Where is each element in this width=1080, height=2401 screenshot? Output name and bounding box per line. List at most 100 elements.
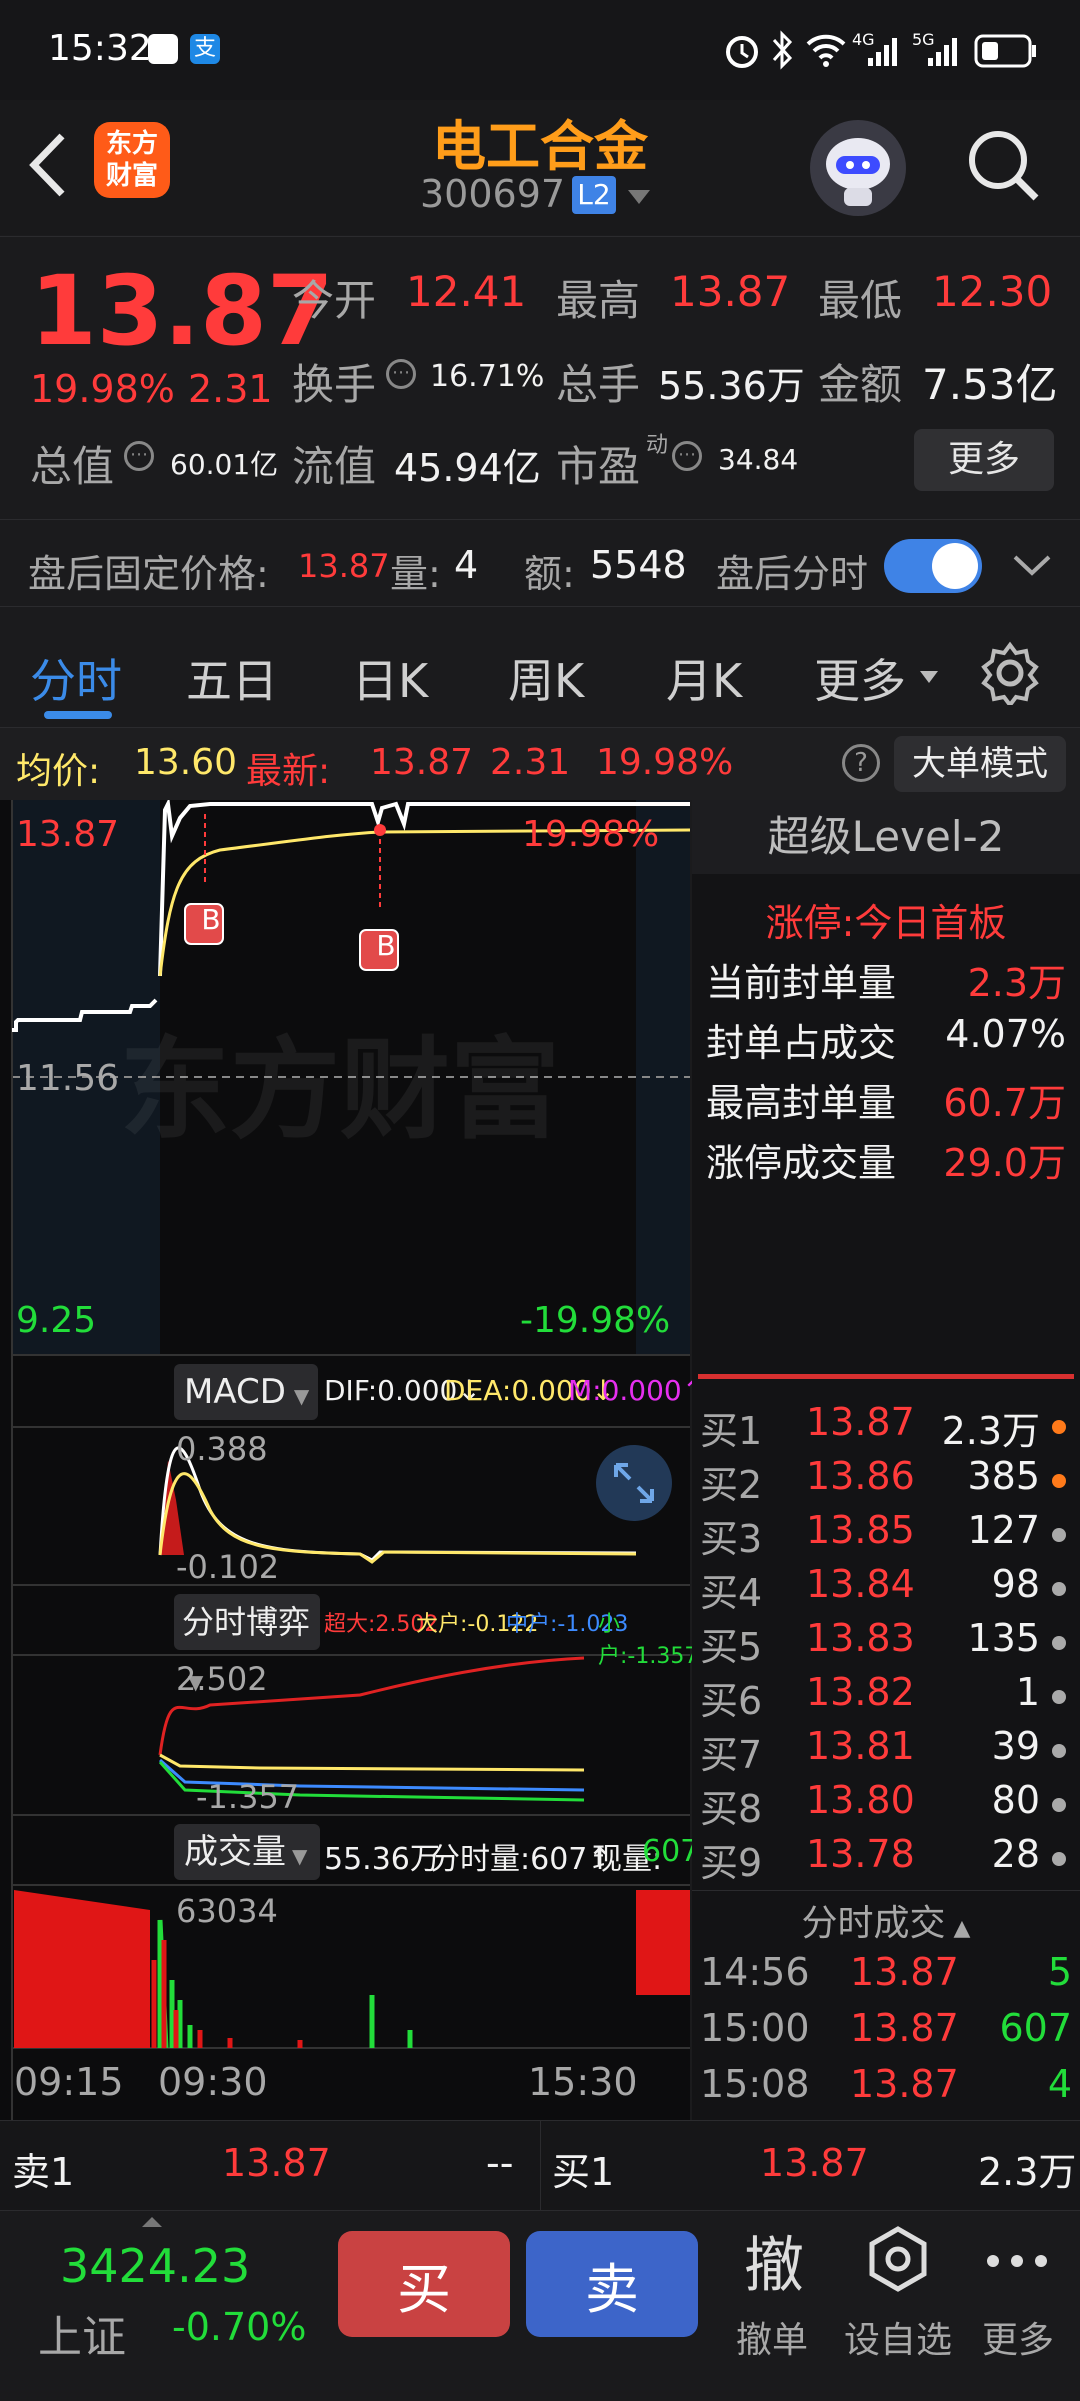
tab-weekly-k[interactable]: 周K — [508, 645, 584, 711]
volume-bars-green — [157, 1919, 413, 2049]
bid-row[interactable]: 买2 13.86 385 — [692, 1454, 1080, 1508]
last-price: 13.87 — [30, 255, 334, 367]
tick-price: 13.87 — [850, 2006, 959, 2050]
bid-price: 13.82 — [806, 1670, 915, 1714]
bid-row[interactable]: 买7 13.81 39 — [692, 1724, 1080, 1778]
tick-time: 15:08 — [700, 2062, 810, 2106]
after-chart-label: 盘后分时 — [716, 552, 869, 596]
bid-row[interactable]: 买5 13.83 135 — [692, 1616, 1080, 1670]
info-icon[interactable]: ⋯ — [672, 441, 702, 471]
index-name[interactable]: 上证 — [38, 2301, 126, 2365]
low-value: 12.30 — [932, 267, 1053, 316]
bid-price: 13.86 — [806, 1454, 915, 1498]
after-vol-label: 量: — [390, 552, 441, 596]
more-menu-button[interactable]: 更多 — [970, 2211, 1070, 2401]
pe-dynamic-label: 动 — [646, 433, 669, 458]
add-watchlist-button[interactable]: 设自选 — [840, 2211, 960, 2401]
avg-price-label: 均价: — [16, 751, 101, 792]
dot-icon — [1052, 1528, 1066, 1542]
expand-chart-button[interactable] — [596, 1445, 672, 1521]
after-hours-toggle[interactable] — [884, 539, 982, 593]
tab-five-day[interactable]: 五日 — [186, 645, 278, 711]
low-label: 最低 — [818, 276, 903, 325]
app-header: 东方 财富 电工合金 300697 L2 — [0, 100, 1080, 235]
bid-label: 买5 — [700, 1625, 763, 1669]
bid-row[interactable]: 买9 13.78 28 — [692, 1832, 1080, 1886]
dot-icon — [1052, 1744, 1066, 1758]
volume-selector[interactable]: 成交量 ▼ — [174, 1824, 320, 1880]
bid-label: 买6 — [700, 1679, 763, 1723]
tab-monthly-k[interactable]: 月K — [666, 645, 742, 711]
info-icon[interactable]: ⋯ — [386, 359, 416, 389]
tab-indicator — [44, 711, 112, 719]
chevron-down-icon[interactable] — [1012, 553, 1052, 579]
bid-volume: 98 — [991, 1562, 1040, 1606]
after-hours-label: 盘后固定价格: — [28, 552, 269, 596]
bid-row[interactable]: 买4 13.84 98 — [692, 1562, 1080, 1616]
bid-label: 买4 — [700, 1571, 763, 1615]
robot-avatar-icon[interactable] — [810, 120, 906, 216]
macd-m: M:0.000↑ — [568, 1374, 706, 1407]
open-value: 12.41 — [406, 267, 527, 316]
best-quotes-row: 卖1 13.87 -- 买1 13.87 2.3万 — [0, 2120, 1080, 2211]
stock-code: 300697 — [420, 172, 566, 216]
game-bottom-value: -1.357 — [196, 1778, 300, 1816]
tab-daily-k[interactable]: 日K — [352, 645, 428, 711]
cancel-order-button[interactable]: 撤 撤单 — [720, 2211, 830, 2401]
ask1-volume: -- — [486, 2141, 514, 2185]
caret-up-icon[interactable] — [140, 2215, 164, 2229]
tab-more[interactable]: 更多 — [814, 645, 906, 711]
bottom-toolbar: 3424.23 上证 -0.70% 买 卖 撤 撤单 设自选 更多 — [0, 2210, 1080, 2400]
signal-4g-icon — [868, 38, 897, 66]
battery-icon — [974, 34, 1036, 68]
chevron-down-icon[interactable] — [626, 188, 652, 206]
more-label: 更多 — [982, 2320, 1055, 2361]
sell-button[interactable]: 卖 — [526, 2231, 698, 2337]
tick-row: 14:56 13.87 5 — [692, 1950, 1080, 2008]
level2-stats: 当前封单量 2.3万 封单占成交 4.07% 最高封单量 60.7万 涨停成交量 29.… — [706, 952, 1066, 1192]
tick-volume: 4 — [1047, 2062, 1072, 2106]
index-value[interactable]: 3424.23 — [60, 2239, 250, 2293]
macd-top-value: 0.388 — [176, 1430, 268, 1468]
bid-row[interactable]: 买1 13.87 2.3万 — [692, 1400, 1080, 1454]
tab-intraday[interactable]: 分时 — [30, 645, 122, 711]
dot-icon — [1052, 1798, 1066, 1812]
l2-badge[interactable]: L2 — [572, 176, 616, 214]
buy-button[interactable]: 买 — [338, 2231, 510, 2337]
divider — [692, 1890, 1080, 1891]
level2-title[interactable]: 超级Level-2 — [692, 800, 1080, 874]
gear-icon[interactable] — [978, 641, 1042, 705]
caret-down-icon — [920, 671, 938, 683]
macd-selector[interactable]: MACD ▼ — [174, 1364, 318, 1420]
chart-area: 东方财富 13.87 19.98% 11.56 9.25 -19.98% B B… — [0, 800, 705, 2120]
volume-total: 55.36万 — [324, 1842, 440, 1877]
more-button[interactable]: 更多 — [914, 429, 1054, 491]
after-hours-price: 13.87 — [298, 547, 390, 585]
bid-volume: 39 — [991, 1724, 1040, 1768]
bid-row[interactable]: 买8 13.80 80 — [692, 1778, 1080, 1832]
stat-label: 涨停成交量 — [706, 1141, 897, 1185]
index-change: -0.70% — [172, 2305, 307, 2349]
chart-top-pct: 19.98% — [522, 814, 660, 855]
bid-label: 买2 — [700, 1463, 763, 1507]
quote-panel: 13.87 19.98% 2.31 今开 12.41 最高 13.87 最低 1… — [0, 236, 1080, 606]
help-icon[interactable]: ? — [842, 744, 880, 782]
stat-value: 60.7万 — [943, 1081, 1066, 1125]
intraday-chart-svg — [11, 800, 690, 2120]
tick-volume: 5 — [1047, 1950, 1072, 1994]
bid-price: 13.85 — [806, 1508, 915, 1552]
info-icon[interactable]: ⋯ — [124, 441, 154, 471]
bid-row[interactable]: 买3 13.85 127 — [692, 1508, 1080, 1562]
volume-now-value: 607 — [642, 1834, 700, 1869]
game-selector[interactable]: 分时博弈▼ — [174, 1594, 320, 1694]
bid-price: 13.87 — [806, 1400, 915, 1444]
large-order-mode-button[interactable]: 大单模式 — [894, 736, 1066, 792]
volume-tick: 分时量:607↑ — [430, 1842, 613, 1877]
tick-row: 15:08 13.87 4 — [692, 2062, 1080, 2120]
bid-volume: 2.3万 — [941, 1409, 1040, 1453]
high-value: 13.87 — [670, 267, 791, 316]
after-hours-volume — [636, 1890, 690, 1995]
ticks-title[interactable]: 分时成交 ▲ — [692, 1894, 1080, 1946]
search-icon[interactable] — [966, 128, 1042, 204]
bid-row[interactable]: 买6 13.82 1 — [692, 1670, 1080, 1724]
